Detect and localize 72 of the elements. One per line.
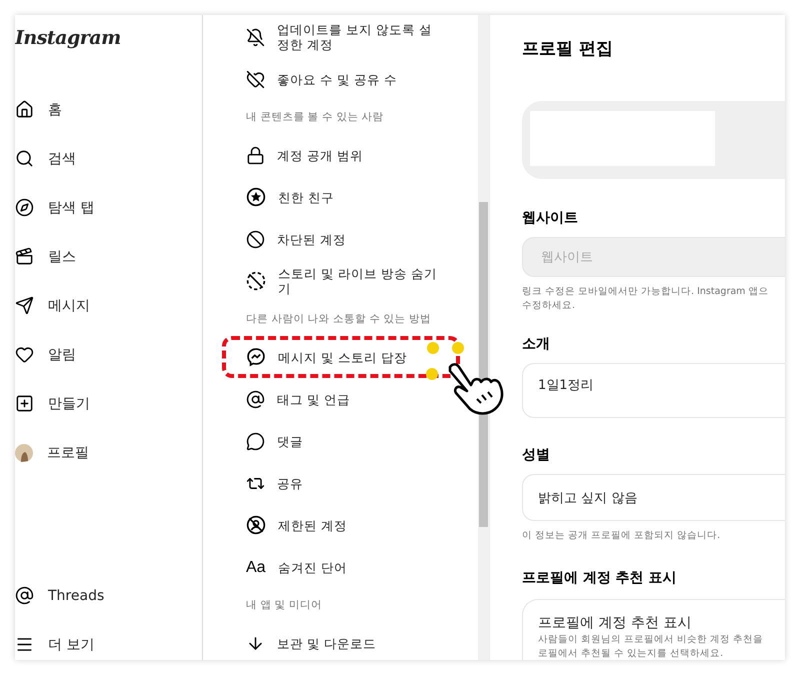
- nav-item[interactable]: 프로필: [15, 428, 185, 477]
- settings-menu-item[interactable]: 공유: [222, 462, 460, 504]
- menu-item-label: 댓글: [277, 434, 303, 448]
- send-icon: [15, 296, 34, 315]
- menu-item-label: 좋아요 수 및 공유 수: [277, 72, 397, 86]
- help-text: 이 정보는 공개 프로필에 포함되지 않습니다.: [522, 529, 722, 543]
- nav-item[interactable]: 검색: [15, 134, 185, 183]
- section-header: 다른 사람이 나와 소통할 수 있는 방법: [245, 312, 432, 327]
- settings-menu-item[interactable]: 스토리 및 라이브 방송 숨기기: [222, 260, 460, 302]
- nav-item[interactable]: 릴스: [15, 232, 185, 281]
- settings-menu-item[interactable]: 댓글: [222, 420, 460, 462]
- nav-item[interactable]: 더 보기: [15, 620, 185, 660]
- settings-menu-item[interactable]: 업데이트를 보지 않도록 설정한 계정: [222, 16, 460, 58]
- nav-item[interactable]: 만들기: [15, 379, 185, 428]
- bell-off-icon: [246, 28, 265, 46]
- compass-icon: [15, 198, 34, 217]
- avatar-icon: [15, 444, 33, 462]
- section-title: 프로필에 계정 추천 표시: [522, 569, 678, 587]
- create-icon: [15, 394, 34, 413]
- menu-item-label: 숨겨진 단어: [278, 560, 347, 574]
- settings-menu-item[interactable]: 차단된 계정: [222, 218, 460, 260]
- hidden-story-icon: [246, 271, 266, 291]
- at-sign-icon: [246, 390, 265, 408]
- section-header: 내 콘텐츠를 볼 수 있는 사람: [245, 110, 385, 125]
- gender-select[interactable]: 밝히고 싶지 않음: [522, 474, 785, 521]
- settings-menu-item[interactable]: 제한된 계정: [222, 504, 460, 546]
- settings-menu-item[interactable]: 친한 친구: [222, 176, 460, 218]
- text-size-icon: Aa: [246, 560, 266, 574]
- menu-item-label: 차단된 계정: [277, 232, 346, 246]
- page-title: 프로필 편집: [522, 38, 614, 61]
- comment-icon: [246, 432, 265, 450]
- search-icon: [15, 149, 34, 168]
- nav-item[interactable]: Threads: [15, 571, 185, 620]
- heart-icon: [15, 345, 34, 364]
- menu-item-label: 업데이트를 보지 않도록 설정한 계정: [277, 22, 433, 52]
- heart-off-icon: [246, 70, 265, 88]
- suggestion-card[interactable]: 프로필에 계정 추천 표시 사람들이 회원님의 프로필에서 비슷한 계정 추천을 로필에서 추천될 수 있는지를 선택하세요.: [522, 599, 785, 660]
- menu-item-label: 친한 친구: [278, 190, 334, 204]
- block-icon: [246, 230, 265, 248]
- field-label: 웹사이트: [522, 209, 579, 227]
- suggestion-title: 프로필에 계정 추천 표시: [538, 614, 692, 632]
- menu-item-label: 제한된 계정: [278, 518, 347, 532]
- field-label: 성별: [522, 446, 551, 464]
- menu-item-label: 태그 및 언급: [277, 392, 350, 406]
- menu-icon: [15, 635, 34, 654]
- home-icon: [15, 100, 34, 119]
- menu-item-label: 공유: [277, 476, 303, 490]
- bio-input-field[interactable]: 1일1정리: [522, 363, 785, 418]
- field-label: 소개: [522, 335, 551, 353]
- nav-item[interactable]: 탐색 탭: [15, 183, 185, 232]
- restricted-account-icon: [246, 515, 266, 535]
- suggestion-description: 사람들이 회원님의 프로필에서 비슷한 계정 추천을 로필에서 추천될 수 있는지를 선택하세요.: [538, 633, 764, 660]
- threads-icon: [15, 586, 34, 605]
- menu-item-label: 스토리 및 라이브 방송 숨기기: [278, 266, 438, 296]
- settings-menu-item[interactable]: Aa 숨겨진 단어: [222, 546, 460, 588]
- settings-menu-item[interactable]: 좋아요 수 및 공유 수: [222, 58, 460, 100]
- scrollbar[interactable]: [478, 15, 489, 660]
- help-text: 링크 수정은 모바일에서만 가능합니다. Instagram 앱으 수정하세요.: [522, 285, 770, 313]
- settings-menu-item[interactable]: 태그 및 언급: [222, 378, 460, 420]
- settings-menu-item[interactable]: 보관 및 다운로드: [222, 622, 460, 660]
- section-header: 내 앱 및 미디어: [245, 598, 324, 613]
- reels-icon: [15, 247, 34, 266]
- lock-icon: [246, 146, 265, 164]
- star-circle-icon: [246, 187, 266, 207]
- nav-item[interactable]: 메시지: [15, 281, 185, 330]
- menu-item-label: 메시지 및 스토리 답장: [278, 350, 407, 364]
- settings-menu-item[interactable]: 계정 공개 범위: [222, 134, 460, 176]
- menu-item-label: 보관 및 다운로드: [277, 636, 376, 650]
- messenger-icon: [246, 347, 266, 367]
- menu-item-label: 계정 공개 범위: [277, 148, 363, 162]
- nav-item[interactable]: 알림: [15, 330, 185, 379]
- nav-item[interactable]: 홈: [15, 85, 185, 134]
